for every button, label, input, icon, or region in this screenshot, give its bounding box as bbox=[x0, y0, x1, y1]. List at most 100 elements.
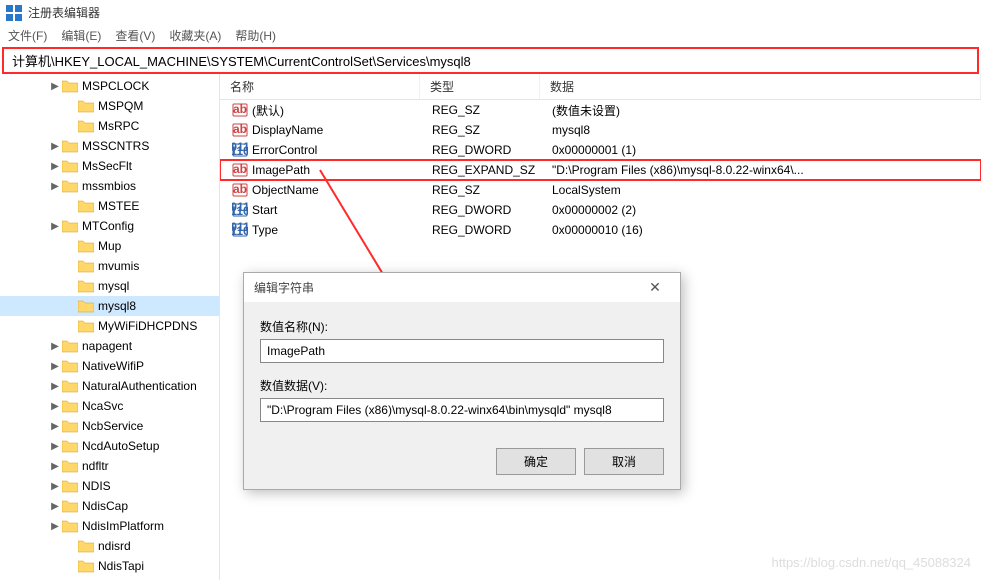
value-data: (数值未设置) bbox=[546, 102, 981, 119]
chevron-right-icon[interactable]: ▶ bbox=[48, 481, 62, 492]
chevron-right-icon[interactable]: ▶ bbox=[48, 521, 62, 532]
tree-item-label: mysql8 bbox=[98, 299, 136, 313]
folder-icon bbox=[78, 259, 94, 273]
tree-item-mspqm[interactable]: ▶MSPQM bbox=[0, 96, 219, 116]
chevron-right-icon[interactable]: ▶ bbox=[48, 421, 62, 432]
tree-item-msscntrs[interactable]: ▶ MSSCNTRS bbox=[0, 136, 219, 156]
svg-text:ab: ab bbox=[233, 162, 247, 176]
svg-text:110: 110 bbox=[232, 144, 248, 158]
chevron-right-icon[interactable]: ▶ bbox=[48, 81, 62, 92]
folder-icon bbox=[62, 379, 78, 393]
svg-text:ab: ab bbox=[233, 122, 247, 136]
folder-icon bbox=[78, 299, 94, 313]
tree-item-label: NcaSvc bbox=[82, 399, 123, 413]
chevron-right-icon[interactable]: ▶ bbox=[48, 501, 62, 512]
tree-item-label: mvumis bbox=[98, 259, 139, 273]
tree-item-mvumis[interactable]: ▶mvumis bbox=[0, 256, 219, 276]
chevron-right-icon[interactable]: ▶ bbox=[48, 161, 62, 172]
tree-item-label: MsRPC bbox=[98, 119, 139, 133]
chevron-right-icon[interactable]: ▶ bbox=[48, 141, 62, 152]
tree-item-mspclock[interactable]: ▶MSPCLOCK bbox=[0, 76, 219, 96]
value-row-[interactable]: ab(默认)REG_SZ(数值未设置) bbox=[220, 100, 981, 120]
tree-item-label: NativeWifiP bbox=[82, 359, 144, 373]
reg-string-icon: ab bbox=[232, 182, 248, 198]
window-titlebar: 注册表编辑器 bbox=[0, 0, 981, 25]
tree-item-mup[interactable]: ▶Mup bbox=[0, 236, 219, 256]
tree-item-naturalauthentication[interactable]: ▶NaturalAuthentication bbox=[0, 376, 219, 396]
menu-favorites[interactable]: 收藏夹(A) bbox=[169, 27, 221, 44]
tree-item-ndis[interactable]: ▶NDIS bbox=[0, 476, 219, 496]
tree-item-mysql8[interactable]: ▶mysql8 bbox=[0, 296, 219, 316]
close-icon[interactable]: ✕ bbox=[640, 279, 670, 296]
tree-item-ndfltr[interactable]: ▶ ndfltr bbox=[0, 456, 219, 476]
value-type: REG_EXPAND_SZ bbox=[426, 163, 546, 177]
folder-icon bbox=[62, 219, 78, 233]
tree-item-label: MSSCNTRS bbox=[82, 139, 149, 153]
menu-view[interactable]: 查看(V) bbox=[115, 27, 155, 44]
tree-item-label: mssmbios bbox=[82, 179, 136, 193]
tree-item-msrpc[interactable]: ▶MsRPC bbox=[0, 116, 219, 136]
chevron-right-icon[interactable]: ▶ bbox=[48, 361, 62, 372]
dialog-title: 编辑字符串 bbox=[254, 279, 314, 296]
menu-edit[interactable]: 编辑(E) bbox=[61, 27, 101, 44]
tree-item-label: ndfltr bbox=[82, 459, 109, 473]
tree-item-mywifidhcpdns[interactable]: ▶MyWiFiDHCPDNS bbox=[0, 316, 219, 336]
cancel-button[interactable]: 取消 bbox=[584, 448, 664, 475]
value-name: ErrorControl bbox=[252, 143, 317, 157]
tree-item-ndiscap[interactable]: ▶NdisCap bbox=[0, 496, 219, 516]
chevron-right-icon[interactable]: ▶ bbox=[48, 341, 62, 352]
tree-item-ndistapi[interactable]: ▶NdisTapi bbox=[0, 556, 219, 576]
value-name: DisplayName bbox=[252, 123, 323, 137]
tree-item-ncbservice[interactable]: ▶NcbService bbox=[0, 416, 219, 436]
menu-file[interactable]: 文件(F) bbox=[8, 27, 47, 44]
folder-icon bbox=[62, 139, 78, 153]
folder-icon bbox=[78, 119, 94, 133]
value-data-input[interactable] bbox=[260, 398, 664, 422]
reg-binary-icon: 011110 bbox=[232, 142, 248, 158]
tree-item-nativewifip[interactable]: ▶ NativeWifiP bbox=[0, 356, 219, 376]
tree-item-label: NdisImPlatform bbox=[82, 519, 164, 533]
reg-string-icon: ab bbox=[232, 102, 248, 118]
tree-item-mstee[interactable]: ▶MSTEE bbox=[0, 196, 219, 216]
chevron-right-icon[interactable]: ▶ bbox=[48, 221, 62, 232]
tree-item-ndisimplatform[interactable]: ▶ NdisImPlatform bbox=[0, 516, 219, 536]
tree-item-napagent[interactable]: ▶napagent bbox=[0, 336, 219, 356]
value-type: REG_DWORD bbox=[426, 203, 546, 217]
tree-item-ndisrd[interactable]: ▶ndisrd bbox=[0, 536, 219, 556]
value-row-imagepath[interactable]: abImagePathREG_EXPAND_SZ"D:\Program File… bbox=[220, 160, 981, 180]
address-bar[interactable] bbox=[8, 51, 973, 70]
menu-help[interactable]: 帮助(H) bbox=[235, 27, 276, 44]
col-header-name[interactable]: 名称 bbox=[220, 74, 420, 99]
folder-icon bbox=[78, 239, 94, 253]
tree-item-ncdautosetup[interactable]: ▶NcdAutoSetup bbox=[0, 436, 219, 456]
chevron-right-icon[interactable]: ▶ bbox=[48, 441, 62, 452]
svg-text:ab: ab bbox=[233, 182, 247, 196]
folder-icon bbox=[62, 179, 78, 193]
folder-icon bbox=[62, 519, 78, 533]
tree-item-mysql[interactable]: ▶mysql bbox=[0, 276, 219, 296]
chevron-right-icon[interactable]: ▶ bbox=[48, 181, 62, 192]
tree-item-mtconfig[interactable]: ▶MTConfig bbox=[0, 216, 219, 236]
chevron-right-icon[interactable]: ▶ bbox=[48, 461, 62, 472]
value-row-start[interactable]: 011110StartREG_DWORD0x00000002 (2) bbox=[220, 200, 981, 220]
chevron-right-icon[interactable]: ▶ bbox=[48, 381, 62, 392]
ok-button[interactable]: 确定 bbox=[496, 448, 576, 475]
folder-icon bbox=[78, 279, 94, 293]
value-name: ObjectName bbox=[252, 183, 319, 197]
tree-item-ncasvc[interactable]: ▶ NcaSvc bbox=[0, 396, 219, 416]
value-row-errorcontrol[interactable]: 011110ErrorControlREG_DWORD0x00000001 (1… bbox=[220, 140, 981, 160]
tree-item-mssecflt[interactable]: ▶MsSecFlt bbox=[0, 156, 219, 176]
value-name: (默认) bbox=[252, 102, 284, 119]
chevron-right-icon[interactable]: ▶ bbox=[48, 401, 62, 412]
label-value-name: 数值名称(N): bbox=[260, 318, 664, 335]
tree-item-mssmbios[interactable]: ▶ mssmbios bbox=[0, 176, 219, 196]
tree-item-label: mysql bbox=[98, 279, 129, 293]
value-row-objectname[interactable]: abObjectNameREG_SZLocalSystem bbox=[220, 180, 981, 200]
col-header-type[interactable]: 类型 bbox=[420, 74, 540, 99]
registry-tree[interactable]: ▶MSPCLOCK▶MSPQM▶MsRPC▶MSSCNTRS▶MsSecFlt▶… bbox=[0, 74, 220, 580]
value-row-type[interactable]: 011110TypeREG_DWORD0x00000010 (16) bbox=[220, 220, 981, 240]
value-name-input[interactable] bbox=[260, 339, 664, 363]
value-row-displayname[interactable]: abDisplayNameREG_SZmysql8 bbox=[220, 120, 981, 140]
folder-icon bbox=[78, 199, 94, 213]
col-header-data[interactable]: 数据 bbox=[540, 74, 981, 99]
